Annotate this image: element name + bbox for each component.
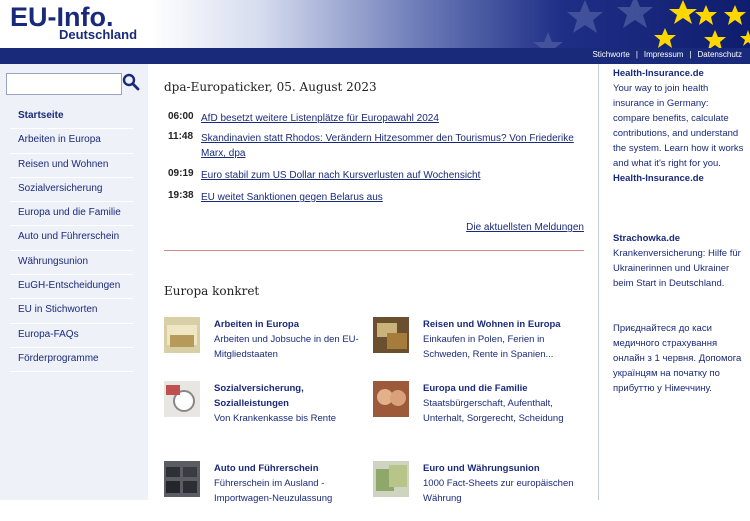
ticker-time: 19:38 — [168, 190, 194, 201]
ticker-time: 09:19 — [168, 168, 194, 179]
star-icon — [567, 0, 603, 33]
nav-separator: | — [635, 50, 638, 59]
sidebar-item-waehrungsunion[interactable]: Währungsunion — [10, 251, 133, 276]
promo-title[interactable]: Strachowka.de — [613, 233, 680, 244]
card-title[interactable]: Arbeiten in Europa — [214, 317, 372, 332]
europa-konkret-heading: Europa konkret — [164, 284, 260, 298]
ticker-heading: dpa-Europaticker, 05. August 2023 — [164, 80, 377, 94]
sidebar-item-arbeiten[interactable]: Arbeiten in Europa — [10, 129, 133, 154]
logo-subtitle: Deutschland — [59, 27, 138, 42]
latest-news-link[interactable]: Die aktuellsten Meldungen — [466, 222, 584, 233]
sidebar-item-faqs[interactable]: Europa-FAQs — [10, 324, 133, 348]
sidebar-item-stichworte[interactable]: EU in Stichworten — [10, 299, 133, 324]
nav-link-impressum[interactable]: Impressum — [644, 50, 684, 59]
card-title[interactable]: Euro und Währungsunion — [423, 461, 581, 476]
sidebar-item-eugh[interactable]: EuGH-Entscheidungen — [10, 275, 133, 300]
top-nav-bar: Stichworte | Impressum | Datenschutz — [0, 48, 750, 64]
sidebar-item-foerderprogramme[interactable]: Förderprogramme — [10, 348, 133, 373]
card-title[interactable]: Europa und die Familie — [423, 381, 581, 396]
topic-card-familie[interactable]: Europa und die Familie Staatsbürgerschaf… — [373, 381, 578, 441]
site-logo[interactable]: EU-Info. Deutschland — [10, 4, 137, 43]
sidebar-item-startseite[interactable]: Startseite — [10, 105, 133, 130]
promo-health-insurance: Health-Insurance.de Your way to join hea… — [613, 66, 745, 186]
sidebar-item-reisen[interactable]: Reisen und Wohnen — [10, 154, 133, 178]
star-icon — [740, 30, 750, 46]
nav-link-datenschutz[interactable]: Datenschutz — [698, 50, 742, 59]
ticker-link[interactable]: Euro stabil zum US Dollar nach Kursverlu… — [201, 168, 584, 183]
section-divider — [164, 250, 584, 251]
star-icon — [704, 30, 726, 48]
star-icon — [654, 28, 676, 48]
card-title[interactable]: Auto und Führerschein — [214, 461, 372, 476]
sidebar-item-familie[interactable]: Europa und die Familie — [10, 202, 133, 227]
promo-body: Your way to join health insurance in Ger… — [613, 83, 744, 169]
site-header: EU-Info. Deutschland — [0, 0, 750, 48]
left-sidebar: Startseite Arbeiten in Europa Reisen und… — [0, 64, 148, 500]
card-description: Führerschein im Ausland - Importwagen-Ne… — [214, 478, 333, 504]
euro-thumbnail — [373, 461, 409, 497]
ticker-link[interactable]: AfD besetzt weitere Listenplätze für Eur… — [201, 111, 584, 126]
star-icon — [724, 5, 746, 25]
travel-thumbnail — [373, 317, 409, 353]
star-icon — [669, 0, 697, 24]
search-input[interactable] — [6, 73, 122, 95]
car-thumbnail — [164, 461, 200, 497]
promo-strachowka: Strachowka.de Krankenversicherung: Hilfe… — [613, 231, 745, 291]
promo-title[interactable]: Health-Insurance.de — [613, 68, 704, 79]
topic-card-sozial[interactable]: Sozialversicherung, Sozialleistungen Von… — [164, 381, 369, 441]
nav-link-stichworte[interactable]: Stichworte — [592, 50, 629, 59]
promo-body: Krankenversicherung: Hilfe für Ukraineri… — [613, 248, 741, 289]
right-sidebar: Health-Insurance.de Your way to join hea… — [598, 64, 750, 500]
work-thumbnail — [164, 317, 200, 353]
star-icon — [617, 0, 653, 28]
nav-separator: | — [689, 50, 692, 59]
social-insurance-thumbnail — [164, 381, 200, 417]
topic-card-reisen[interactable]: Reisen und Wohnen in Europa Einkaufen in… — [373, 317, 578, 377]
sidebar-item-auto[interactable]: Auto und Führerschein — [10, 226, 133, 251]
promo-ukrainian[interactable]: Приєднайтеся до каси медичного страхуван… — [613, 321, 745, 396]
topic-card-euro[interactable]: Euro und Währungsunion 1000 Fact-Sheets … — [373, 461, 578, 521]
card-title[interactable]: Sozialversicherung, Sozialleistungen — [214, 381, 372, 411]
star-icon — [695, 5, 717, 25]
star-icon — [533, 32, 563, 48]
topic-card-auto[interactable]: Auto und Führerschein Führerschein im Au… — [164, 461, 369, 521]
card-description: Von Krankenkasse bis Rente — [214, 413, 336, 424]
card-title[interactable]: Reisen und Wohnen in Europa — [423, 317, 581, 332]
promo-body: Приєднайтеся до каси медичного страхуван… — [613, 323, 742, 394]
card-description: Einkaufen in Polen, Ferien in Schweden, … — [423, 334, 554, 360]
card-description: 1000 Fact-Sheets zur europäischen Währun… — [423, 478, 574, 504]
ticker-time: 11:48 — [168, 131, 194, 142]
sidebar-item-sozialversicherung[interactable]: Sozialversicherung — [10, 178, 133, 203]
ticker-link[interactable]: Skandinavien statt Rhodos: Verändern Hit… — [201, 131, 584, 161]
sidebar-menu: Startseite Arbeiten in Europa Reisen und… — [10, 105, 133, 373]
card-description: Arbeiten und Jobsuche in den EU-Mitglied… — [214, 334, 359, 360]
ticker-time: 06:00 — [168, 111, 194, 122]
promo-link[interactable]: Health-Insurance.de — [613, 173, 704, 184]
card-description: Staatsbürgerschaft, Aufenthalt, Unterhal… — [423, 398, 564, 424]
ticker-link[interactable]: EU weitet Sanktionen gegen Belarus aus — [201, 190, 584, 205]
family-thumbnail — [373, 381, 409, 417]
search-icon[interactable] — [122, 73, 140, 91]
topic-card-arbeiten[interactable]: Arbeiten in Europa Arbeiten und Jobsuche… — [164, 317, 369, 377]
